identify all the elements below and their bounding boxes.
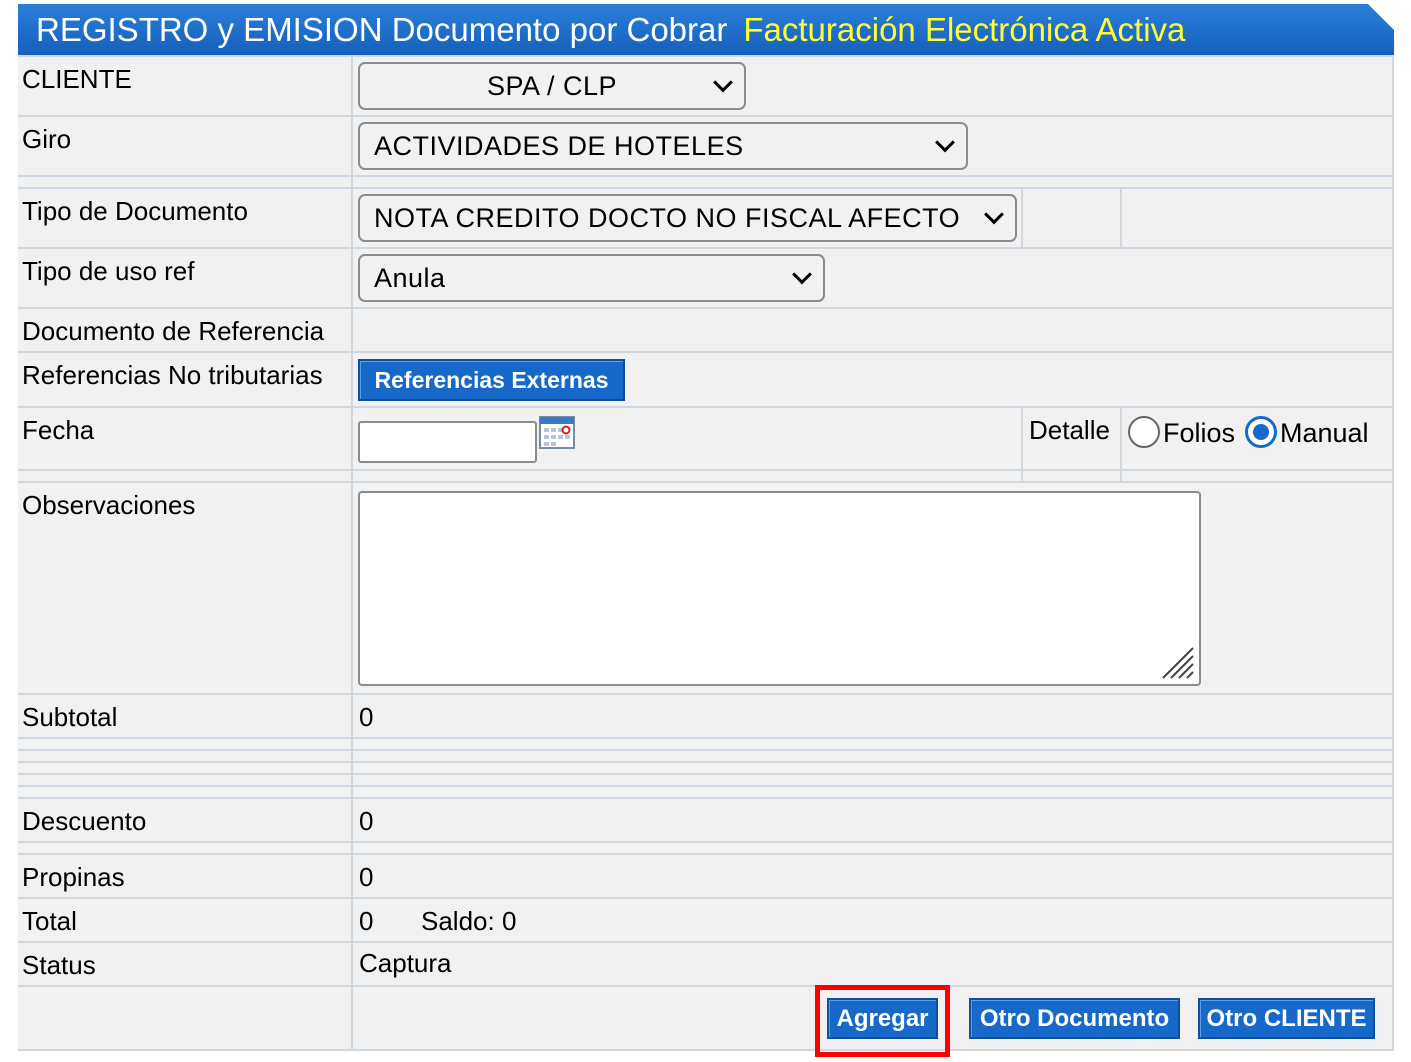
- radio-folios-label: Folios: [1163, 418, 1236, 448]
- referencias-no-tributarias-label: Referencias No tributarias: [22, 360, 323, 390]
- row-divider: [18, 406, 1394, 408]
- row-divider: [18, 941, 1394, 943]
- resize-handle-icon[interactable]: [1161, 646, 1195, 680]
- e-invoicing-status: Facturación Electrónica Activa: [743, 11, 1186, 48]
- saldo-value: Saldo: 0: [421, 906, 517, 936]
- row-divider: [18, 749, 1394, 751]
- propinas-value: 0: [359, 862, 374, 892]
- row-divider: [18, 737, 1394, 739]
- subtotal-value: 0: [359, 702, 374, 732]
- cliente-select-value: SPA / CLP: [486, 71, 618, 101]
- radio-folios[interactable]: [1128, 416, 1160, 448]
- giro-select[interactable]: ACTIVIDADES DE HOTELES: [358, 122, 968, 170]
- column-divider: [1120, 187, 1122, 247]
- column-divider: [1392, 55, 1394, 1051]
- row-divider: [18, 115, 1394, 117]
- detalle-label: Detalle: [1029, 415, 1110, 445]
- registration-form: REGISTRO y EMISION Documento por Cobrar F…: [18, 4, 1394, 1057]
- row-divider: [18, 351, 1394, 353]
- row-divider: [18, 761, 1394, 763]
- row-divider: [18, 307, 1394, 309]
- radio-manual[interactable]: [1245, 416, 1277, 448]
- row-divider: [18, 841, 1394, 843]
- row-divider: [18, 481, 1394, 483]
- column-divider: [1021, 187, 1023, 247]
- descuento-label: Descuento: [22, 806, 147, 836]
- status-value: Captura: [359, 948, 452, 978]
- observaciones-label: Observaciones: [22, 490, 196, 520]
- tipo-uso-ref-label: Tipo de uso ref: [22, 256, 195, 286]
- subtotal-label: Subtotal: [22, 702, 118, 732]
- cliente-select[interactable]: SPA / CLP: [358, 62, 746, 110]
- otro-documento-button[interactable]: Otro Documento: [969, 998, 1180, 1039]
- tipo-uso-ref-select[interactable]: Anula: [358, 254, 825, 302]
- descuento-value: 0: [359, 806, 374, 836]
- form-title: REGISTRO y EMISION Documento por Cobrar: [36, 11, 728, 48]
- otro-cliente-button[interactable]: Otro CLIENTE: [1198, 998, 1375, 1039]
- header-corner: [1368, 4, 1394, 30]
- row-divider: [18, 797, 1394, 799]
- observaciones-textarea[interactable]: [358, 491, 1201, 686]
- radio-manual-label: Manual: [1280, 418, 1369, 448]
- column-divider: [351, 55, 353, 1051]
- row-divider: [18, 853, 1394, 855]
- tipo-documento-select-value: NOTA CREDITO DOCTO NO FISCAL AFECTO: [374, 203, 961, 233]
- propinas-label: Propinas: [22, 862, 125, 892]
- giro-label: Giro: [22, 124, 72, 154]
- chevron-down-icon: [713, 72, 733, 93]
- column-divider: [1120, 406, 1122, 481]
- fecha-input[interactable]: [358, 421, 537, 463]
- chevron-down-icon: [984, 204, 1004, 225]
- row-divider: [18, 1049, 1394, 1051]
- fecha-label: Fecha: [22, 415, 95, 445]
- agregar-button[interactable]: Agregar: [827, 998, 938, 1039]
- row-divider: [18, 55, 1394, 57]
- giro-select-value: ACTIVIDADES DE HOTELES: [374, 131, 744, 161]
- column-divider: [1021, 406, 1023, 481]
- chevron-down-icon: [935, 132, 955, 153]
- cliente-label: CLIENTE: [22, 64, 132, 94]
- status-label: Status: [22, 950, 96, 980]
- referencias-externas-button[interactable]: Referencias Externas: [358, 359, 625, 401]
- tipo-documento-label: Tipo de Documento: [22, 196, 248, 226]
- form-header: REGISTRO y EMISION Documento por Cobrar F…: [18, 4, 1394, 55]
- row-divider: [18, 897, 1394, 899]
- row-divider: [18, 175, 1394, 177]
- calendar-icon[interactable]: [539, 415, 575, 449]
- row-divider: [18, 693, 1394, 695]
- row-divider: [18, 247, 1394, 249]
- row-divider: [18, 187, 1394, 189]
- row-divider: [18, 785, 1394, 787]
- row-divider: [18, 773, 1394, 775]
- row-divider: [18, 985, 1394, 987]
- total-label: Total: [22, 906, 77, 936]
- documento-referencia-label: Documento de Referencia: [22, 316, 325, 346]
- total-value: 0: [359, 906, 374, 936]
- row-divider: [18, 469, 1394, 471]
- tipo-uso-ref-select-value: Anula: [374, 263, 446, 293]
- tipo-documento-select[interactable]: NOTA CREDITO DOCTO NO FISCAL AFECTO: [358, 194, 1017, 242]
- chevron-down-icon: [792, 264, 812, 285]
